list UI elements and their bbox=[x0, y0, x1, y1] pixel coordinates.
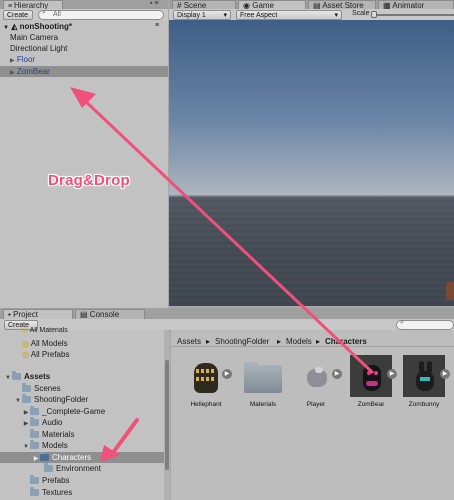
drag-arrow-head-icon bbox=[70, 87, 96, 108]
characters-arrow-line bbox=[110, 418, 139, 456]
annotation-overlay bbox=[70, 87, 374, 462]
drag-arrow-line bbox=[80, 96, 374, 374]
drag-drop-label: Drag&Drop bbox=[48, 172, 130, 189]
